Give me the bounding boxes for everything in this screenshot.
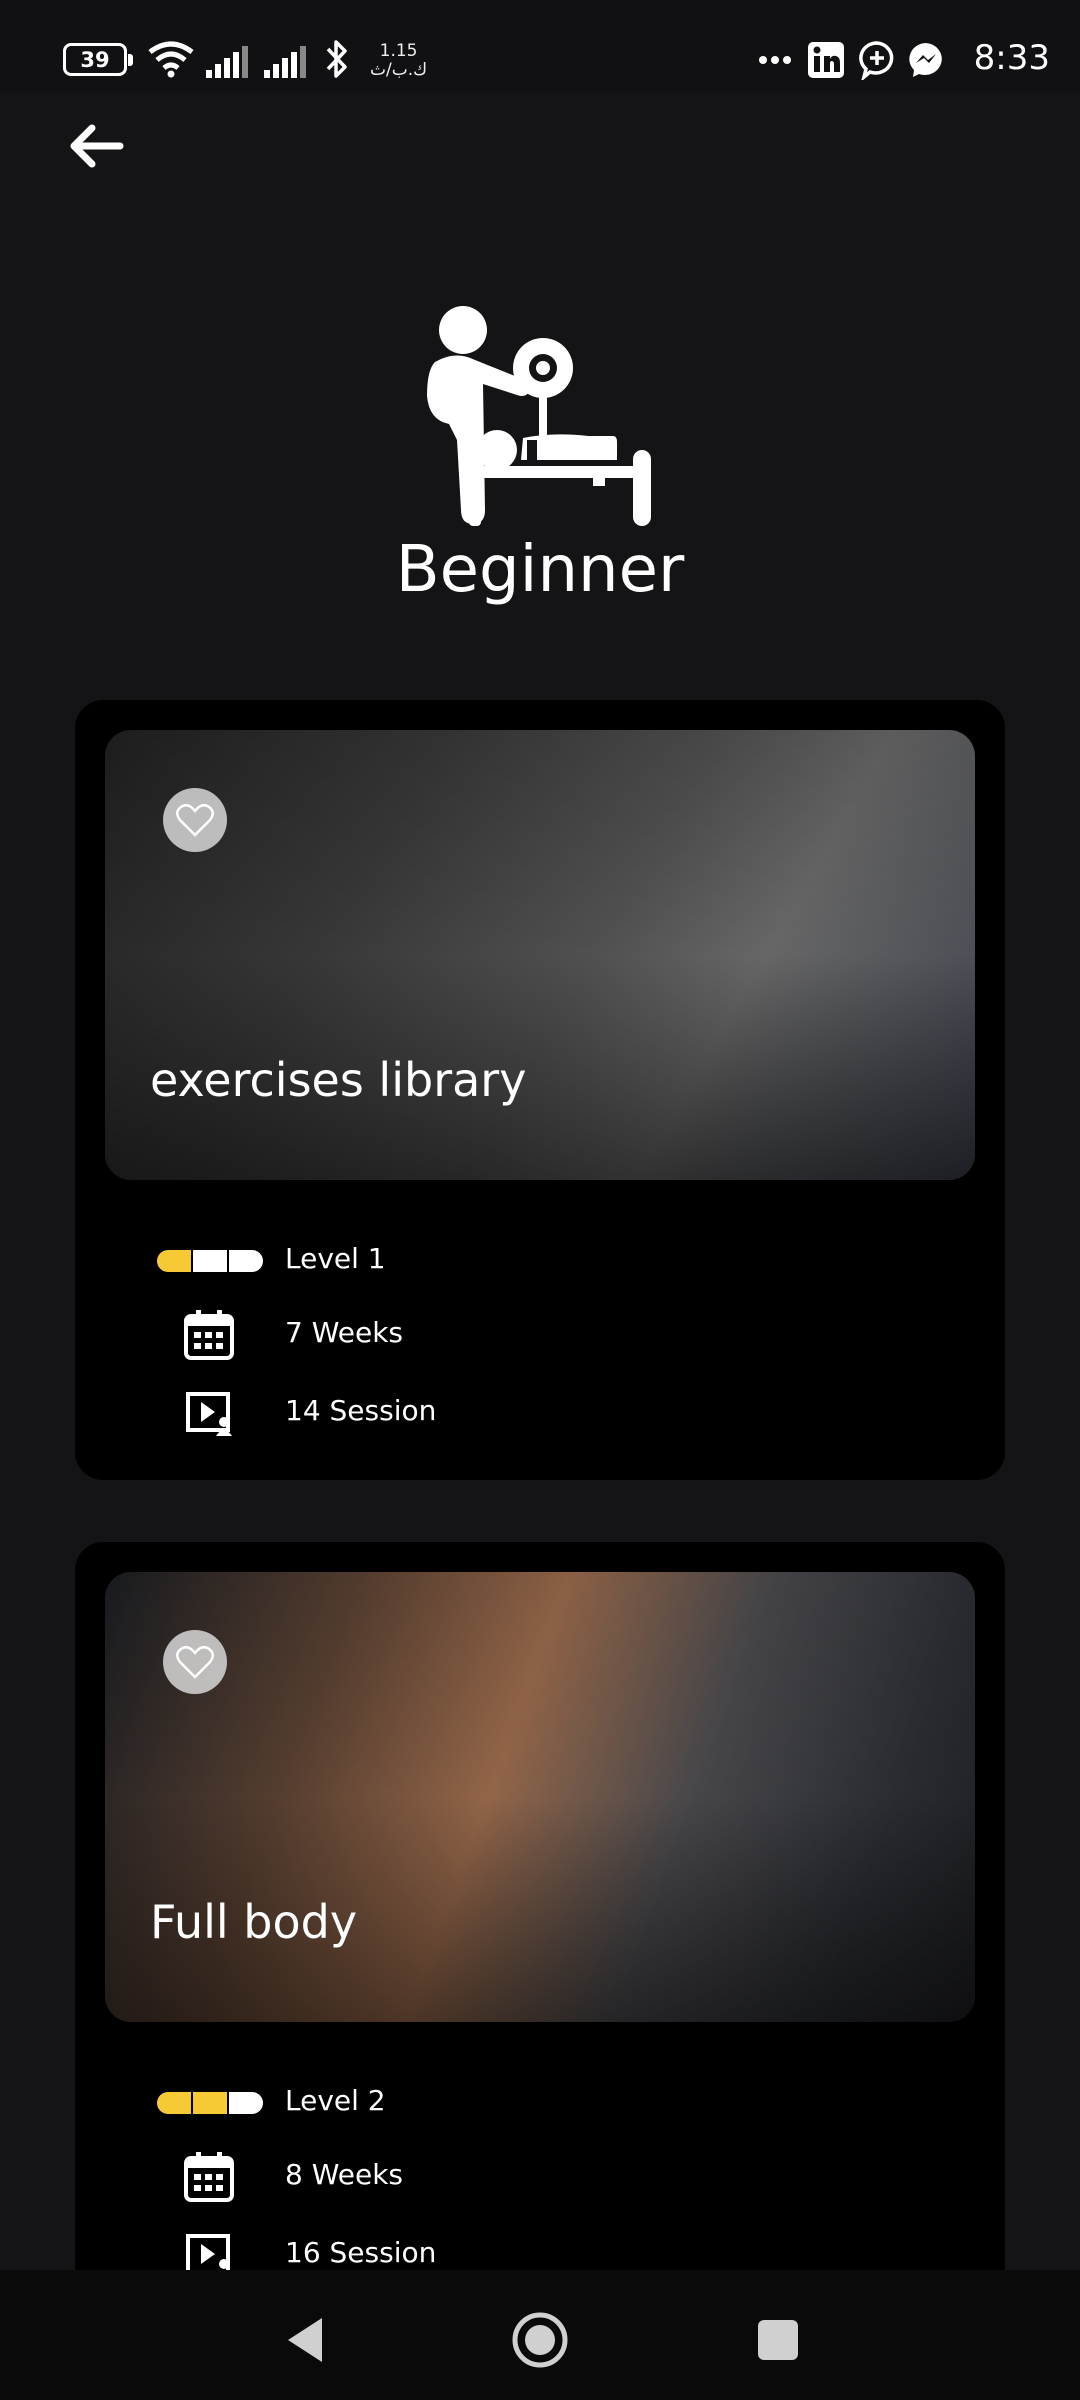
duration-label: 8 Weeks [285, 2158, 404, 2191]
level-bar-3 [229, 1250, 263, 1272]
duration-row: 7 Weeks [75, 1302, 1005, 1362]
system-nav-bar [0, 2270, 1080, 2400]
level-row: Level 2 [75, 2070, 1005, 2130]
back-arrow-icon[interactable] [64, 118, 126, 174]
level-row: Level 1 [75, 1228, 1005, 1288]
level-label: Level 2 [285, 2084, 386, 2117]
wifi-icon [148, 41, 194, 78]
level-bar-1 [157, 1250, 191, 1272]
home-circle-icon[interactable] [510, 2310, 570, 2370]
favorite-button[interactable] [163, 788, 227, 852]
battery-icon: 39 [63, 43, 133, 76]
more-icon [759, 56, 791, 64]
level-bar-2 [193, 2092, 227, 2114]
network-speed-unit: ك.ب/ث [370, 60, 428, 80]
program-title: Full body [150, 1895, 358, 1949]
heart-icon [176, 1645, 214, 1679]
signal-icon [264, 46, 306, 78]
program-title: exercises library [150, 1053, 527, 1107]
level-indicator [157, 1250, 263, 1272]
bluetooth-icon [326, 40, 347, 78]
signal-icon [206, 46, 248, 78]
program-image[interactable]: Full body [105, 1572, 975, 2022]
level-label: Level 1 [285, 1242, 386, 1275]
status-bar: 39 1.15 ك.ب/ث 8:33 [0, 0, 1080, 92]
duration-label: 7 Weeks [285, 1316, 404, 1349]
sessions-label: 16 Session [285, 2236, 437, 2269]
level-bar-2 [193, 1250, 227, 1272]
sessions-row: 14 Session [75, 1380, 1005, 1440]
chat-plus-icon [859, 41, 894, 80]
network-speed: 1.15 ك.ب/ث [370, 42, 427, 80]
program-card[interactable]: exercises library Level 1 7 Weeks 14 Ses… [75, 700, 1005, 1480]
level-bar-1 [157, 2092, 191, 2114]
sessions-label: 14 Session [285, 1394, 437, 1427]
favorite-button[interactable] [163, 1630, 227, 1694]
push-up-photo [105, 1572, 975, 2022]
calendar-icon [184, 2152, 234, 2202]
messenger-icon [909, 43, 942, 77]
calendar-icon [184, 1310, 234, 1360]
program-image[interactable]: exercises library [105, 730, 975, 1180]
duration-row: 8 Weeks [75, 2144, 1005, 2204]
video-session-icon [186, 1392, 232, 1436]
trainer-bench-icon [427, 306, 651, 526]
program-card[interactable]: Full body Level 2 8 Weeks 16 Session [75, 1542, 1005, 2302]
screen: 39 1.15 ك.ب/ث 8:33 Beginner exercises li… [0, 0, 1080, 2400]
level-bar-3 [229, 2092, 263, 2114]
linkedin-icon [808, 42, 844, 78]
network-speed-value: 1.15 [379, 41, 418, 61]
level-indicator [157, 2092, 263, 2114]
recents-square-icon[interactable] [748, 2310, 808, 2370]
page-title: Beginner [395, 533, 685, 607]
bench-press-photo [105, 730, 975, 1180]
heart-icon [176, 803, 214, 837]
battery-level: 39 [80, 48, 110, 72]
clock: 8:33 [973, 38, 1050, 78]
back-triangle-icon[interactable] [274, 2310, 334, 2370]
